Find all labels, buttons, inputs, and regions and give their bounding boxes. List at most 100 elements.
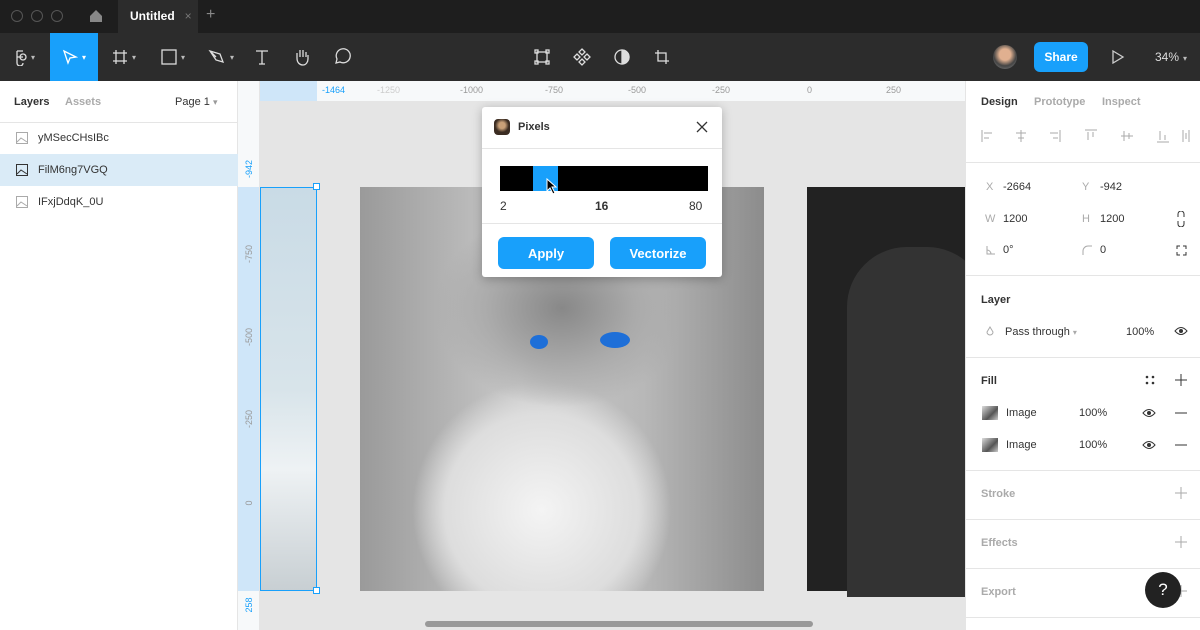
x-label: X (986, 181, 994, 193)
horizontal-scrollbar[interactable] (425, 621, 813, 627)
ruler-label: -942 (244, 160, 254, 179)
text-tool-button[interactable] (248, 33, 276, 81)
corner-radius-input[interactable]: 0 (1100, 244, 1106, 256)
independent-corners-icon[interactable] (1176, 245, 1187, 256)
slider-max-label: 80 (689, 199, 703, 213)
fill-opacity[interactable]: 100% (1079, 407, 1107, 419)
layer-name: yMSecCHsIBc (38, 132, 109, 144)
play-icon[interactable] (1111, 50, 1125, 64)
dark-cat-image[interactable] (807, 187, 965, 597)
blend-mode: Pass through (1005, 326, 1070, 338)
stroke-section-title: Stroke (981, 488, 1016, 500)
tab-layers[interactable]: Layers (14, 96, 49, 108)
y-input[interactable]: -942 (1100, 181, 1122, 193)
add-effect-icon[interactable] (1175, 536, 1187, 548)
layer-item-selected[interactable]: FilM6ng7VGQ (0, 154, 238, 186)
pen-tool-button[interactable]: ▾ (200, 33, 242, 81)
ruler-label: 0 (807, 85, 813, 95)
ruler-label: -1000 (460, 85, 484, 95)
rotation-input[interactable]: 0° (1003, 244, 1014, 256)
tab-design[interactable]: Design (981, 96, 1018, 108)
slider-value: 16 (595, 199, 609, 213)
export-section-title: Export (981, 586, 1016, 598)
constrain-proportions-icon[interactable] (1176, 211, 1186, 227)
layer-item[interactable]: IFxjDdqK_0U (0, 186, 238, 218)
add-stroke-icon[interactable] (1175, 487, 1187, 499)
hand-icon (296, 50, 309, 66)
eye-icon[interactable] (1142, 440, 1156, 450)
effects-section-title: Effects (981, 537, 1018, 549)
rectangle-icon (161, 49, 177, 65)
crop-button[interactable] (650, 33, 674, 81)
blend-mode-dropdown[interactable]: Pass through ▾ (1005, 326, 1077, 338)
page-selector[interactable]: Page 1 ▾ (175, 96, 217, 108)
mouse-cursor-icon (546, 178, 558, 195)
close-tab-icon[interactable]: × (185, 9, 192, 23)
tab-prototype[interactable]: Prototype (1034, 96, 1085, 108)
help-button[interactable]: ? (1145, 572, 1181, 608)
image-thumbnail[interactable] (982, 438, 998, 452)
image-thumbnail[interactable] (982, 406, 998, 420)
move-tool-button[interactable]: ▾ (50, 33, 98, 81)
comment-tool-button[interactable] (328, 33, 356, 81)
page-name: Page 1 (175, 96, 210, 108)
window-minimize-button[interactable] (31, 10, 43, 22)
width-input[interactable]: 1200 (1003, 213, 1027, 225)
fill-type[interactable]: Image (1006, 439, 1037, 451)
window-zoom-button[interactable] (51, 10, 63, 22)
share-button[interactable]: Share (1034, 42, 1088, 72)
new-tab-button[interactable]: + (206, 6, 215, 24)
corner-radius-icon (1082, 245, 1092, 255)
zoom-dropdown[interactable]: 34% ▾ (1155, 50, 1187, 64)
ruler-label: -1464 (322, 85, 346, 95)
main-menu-button[interactable]: ▾ (0, 33, 50, 81)
eye-icon[interactable] (1142, 408, 1156, 418)
eye-icon[interactable] (1174, 326, 1188, 336)
close-icon[interactable] (696, 121, 708, 133)
shape-tool-button[interactable]: ▾ (152, 33, 194, 81)
ruler-label: -250 (712, 85, 731, 95)
hand-tool-button[interactable] (288, 33, 316, 81)
blend-drop-icon (986, 326, 994, 336)
layers-panel: Layers Assets Page 1 ▾ yMSecCHsIBc FilM6… (0, 81, 238, 630)
transform-icon (534, 49, 550, 65)
tab-inspect[interactable]: Inspect (1102, 96, 1141, 108)
pixel-size-slider[interactable] (500, 166, 708, 191)
x-input[interactable]: -2664 (1003, 181, 1031, 193)
properties-panel: Design Prototype Inspect X -2664 Y -942 … (965, 81, 1200, 630)
window-close-button[interactable] (11, 10, 23, 22)
resize-handle[interactable] (313, 183, 320, 190)
fill-opacity[interactable]: 100% (1079, 439, 1107, 451)
w-label: W (985, 213, 996, 225)
selected-image-frame[interactable] (260, 187, 317, 591)
pixels-plugin-dialog: Pixels 2 16 80 Apply Vectorize (482, 107, 722, 277)
y-label: Y (1082, 181, 1090, 193)
frame-tool-button[interactable]: ▾ (104, 33, 144, 81)
vectorize-button[interactable]: Vectorize (610, 237, 706, 269)
fill-type[interactable]: Image (1006, 407, 1037, 419)
tab-assets[interactable]: Assets (65, 96, 101, 108)
image-icon (16, 164, 28, 176)
component-button[interactable] (530, 33, 554, 81)
vertical-ruler: -942 -750 -500 -250 0 258 (238, 81, 260, 630)
layer-opacity-input[interactable]: 100% (1126, 326, 1154, 338)
layer-item[interactable]: yMSecCHsIBc (0, 122, 238, 154)
height-input[interactable]: 1200 (1100, 213, 1124, 225)
home-icon[interactable] (89, 9, 103, 23)
layer-section-title: Layer (981, 294, 1011, 306)
remove-fill-icon[interactable] (1175, 444, 1187, 446)
ruler-label: -250 (244, 410, 254, 429)
remove-fill-icon[interactable] (1175, 412, 1187, 414)
create-component-button[interactable] (570, 33, 594, 81)
alignment-icons[interactable] (981, 129, 1191, 143)
apply-button[interactable]: Apply (498, 237, 594, 269)
ruler-label: -750 (545, 85, 564, 95)
styles-icon[interactable] (1145, 375, 1155, 385)
pen-icon (208, 49, 225, 63)
add-fill-icon[interactable] (1175, 374, 1187, 386)
comment-icon (335, 48, 351, 64)
tab-untitled[interactable]: Untitled × (118, 0, 198, 33)
resize-handle[interactable] (313, 587, 320, 594)
mask-button[interactable] (610, 33, 634, 81)
avatar[interactable] (993, 45, 1017, 69)
